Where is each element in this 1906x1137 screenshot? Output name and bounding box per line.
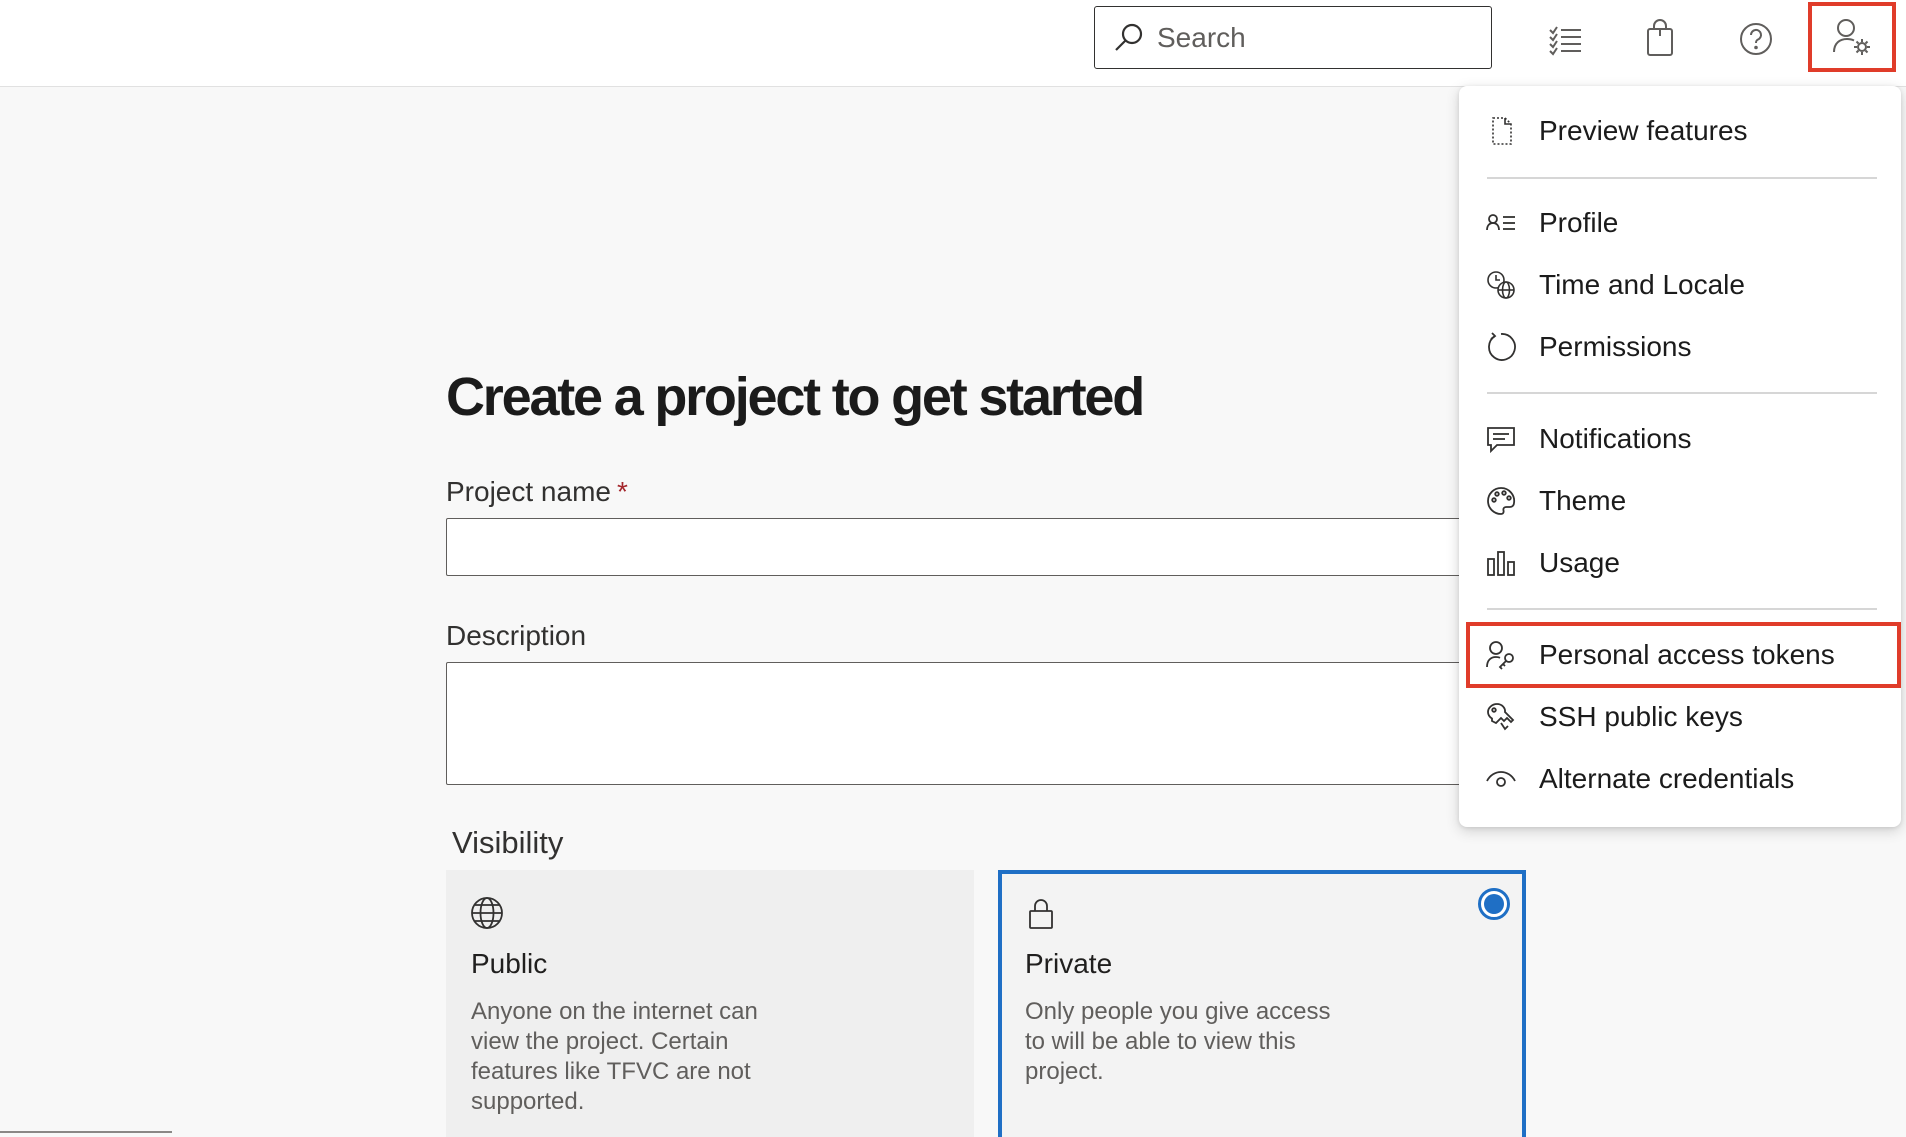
clock-globe-icon [1485,269,1517,301]
menu-item-alternate-credentials[interactable]: Alternate credentials [1459,751,1901,807]
menu-item-label: Alternate credentials [1539,763,1795,794]
ssh-key-icon [1485,701,1517,733]
menu-item-personal-access-tokens[interactable]: Personal access tokens [1459,627,1901,683]
project-name-input[interactable] [446,518,1486,576]
menu-divider [1487,608,1877,610]
preview-document-icon [1485,115,1517,147]
menu-item-profile[interactable]: Profile [1459,195,1901,251]
menu-item-permissions[interactable]: Permissions [1459,319,1901,375]
task-list-button[interactable] [1541,14,1591,64]
menu-item-label: Theme [1539,485,1627,516]
menu-item-time-and-locale[interactable]: Time and Locale [1459,257,1901,313]
menu-item-label: Notifications [1539,423,1692,454]
user-settings-icon [1833,19,1870,55]
search-box[interactable] [1094,6,1492,69]
chat-message-icon [1485,423,1517,455]
menu-item-label: Usage [1539,547,1620,578]
menu-divider [1487,177,1877,179]
marketplace-bag-icon [1647,19,1673,56]
menu-item-label: Personal access tokens [1539,639,1835,670]
description-textarea[interactable] [446,662,1486,785]
description-label: Description [446,620,587,651]
menu-item-theme[interactable]: Theme [1459,473,1901,529]
search-input[interactable] [1157,21,1457,54]
globe-icon [471,897,503,929]
private-title: Private [1025,948,1113,979]
menu-item-label: Permissions [1539,331,1692,362]
user-settings-button[interactable] [1808,2,1896,72]
project-name-label: Project name * [446,476,628,508]
top-bar [0,0,1906,87]
public-title: Public [471,948,548,979]
eye-icon [1485,763,1517,795]
private-description: Only people you give access to will be a… [1025,998,1331,1085]
search-icon [1115,23,1143,51]
menu-item-label: Profile [1539,207,1619,238]
menu-divider [1487,392,1877,394]
lock-icon [1029,899,1053,929]
profile-card-icon [1485,207,1517,239]
palette-icon [1485,485,1517,517]
private-radio-selected[interactable] [1478,888,1510,920]
public-description: Anyone on the internet can view the proj… [471,998,758,1115]
menu-item-notifications[interactable]: Notifications [1459,411,1901,467]
visibility-private-card[interactable]: Private Only people you give access to w… [998,870,1526,1137]
task-list-icon [1549,26,1581,56]
help-icon [1740,23,1772,55]
marketplace-button[interactable] [1635,14,1685,64]
menu-item-ssh-public-keys[interactable]: SSH public keys [1459,689,1901,745]
bar-chart-icon [1485,547,1517,579]
menu-item-label: Preview features [1539,115,1748,146]
project-name-label-text: Project name [446,476,611,507]
user-settings-menu: Preview features Profile Time and Locale… [1459,86,1901,827]
visibility-public-card[interactable]: Public Anyone on the internet can view t… [446,870,974,1137]
visibility-label: Visibility [452,825,564,860]
page-title: Create a project to get started [446,367,1145,427]
refresh-circle-icon [1485,331,1517,363]
menu-item-label: SSH public keys [1539,701,1743,732]
menu-item-preview-features[interactable]: Preview features [1459,103,1901,159]
person-key-icon [1485,639,1517,671]
horizontal-scrollbar[interactable] [0,1131,172,1137]
required-marker: * [616,476,628,507]
help-button[interactable] [1731,14,1781,64]
menu-item-usage[interactable]: Usage [1459,535,1901,591]
menu-item-label: Time and Locale [1539,269,1745,300]
